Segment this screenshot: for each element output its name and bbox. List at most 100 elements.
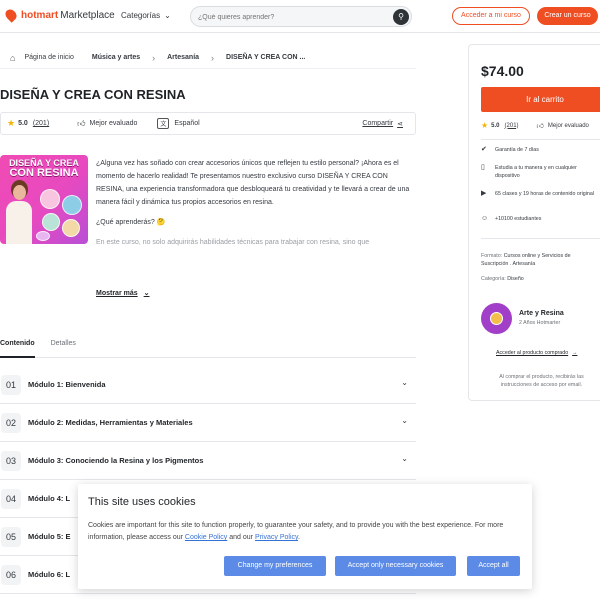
thumbnail-person bbox=[6, 185, 32, 244]
best-rated-badge: Mejor evaluado bbox=[547, 122, 589, 129]
rating-value: 5.0 bbox=[491, 122, 500, 129]
module-row[interactable]: 02 Módulo 2: Medidas, Herramientas y Mat… bbox=[0, 404, 416, 442]
divider bbox=[481, 139, 600, 140]
categories-dropdown[interactable]: Categorías ⌄ bbox=[121, 11, 171, 20]
create-course-button[interactable]: Crear un curso bbox=[537, 7, 598, 25]
thumbs-up-icon: 👍︎ bbox=[77, 118, 86, 128]
breadcrumb-item[interactable]: Música y artes bbox=[92, 54, 140, 61]
cookie-banner: This site uses cookies Cookies are impor… bbox=[78, 484, 532, 589]
description-paragraph-faded: En este curso, no solo adquirirás habili… bbox=[96, 239, 370, 246]
chevron-down-icon: ⌄ bbox=[401, 454, 408, 463]
module-number: 04 bbox=[1, 488, 21, 509]
price: $74.00 bbox=[481, 63, 524, 79]
feature-guarantee: ✔ Garantía de 7 días bbox=[481, 146, 600, 154]
resin-coaster bbox=[36, 231, 50, 241]
chevron-down-icon: ⌄ bbox=[401, 416, 408, 425]
module-number: 05 bbox=[1, 526, 21, 547]
category-info: Categoría: Diseño bbox=[481, 275, 593, 283]
show-more-button[interactable]: Mostrar más ⌄ bbox=[96, 289, 150, 298]
divider bbox=[481, 238, 600, 239]
access-my-course-button[interactable]: Acceder a mi curso bbox=[452, 7, 530, 25]
best-rated-badge: Mejor evaluado bbox=[89, 120, 138, 127]
language-label: Español bbox=[174, 120, 200, 127]
share-button[interactable]: Compartir ⋖ bbox=[362, 120, 403, 128]
chevron-down-icon: ⌄ bbox=[143, 290, 150, 297]
breadcrumb-item[interactable]: Artesanía bbox=[167, 54, 199, 61]
brand-name: hotmart bbox=[21, 9, 59, 21]
course-thumbnail: DISEÑA Y CREA CON RESINA bbox=[0, 155, 88, 244]
feature-content: ▶ 65 clases y 19 horas de contenido orig… bbox=[481, 190, 600, 198]
module-number: 03 bbox=[1, 450, 21, 471]
breadcrumb-current: DISEÑA Y CREA CON ... bbox=[226, 54, 306, 61]
resin-coaster bbox=[62, 195, 82, 215]
privacy-policy-link[interactable]: Privacy Policy bbox=[255, 534, 298, 541]
feature-text: Garantía de 7 días bbox=[495, 147, 539, 153]
chevron-right-icon: › bbox=[152, 52, 156, 63]
chevron-right-icon: › bbox=[211, 52, 215, 63]
feature-students: ☺ +10100 estudiantes bbox=[481, 215, 600, 223]
star-icon: ★ bbox=[481, 121, 489, 130]
purchase-sidebar: $74.00 Ir al carrito ★ 5.0 (201) 👍︎ Mejo… bbox=[468, 44, 600, 401]
format-label: Formato: bbox=[481, 253, 503, 259]
breadcrumb: ⌂ Página de inicio Música y artes › Arte… bbox=[0, 47, 416, 69]
user-icon: ☺ bbox=[481, 215, 489, 222]
purchase-note: Al comprar el producto, recibirás las in… bbox=[499, 374, 584, 388]
breadcrumb-home[interactable]: Página de inicio bbox=[24, 54, 73, 61]
author-card[interactable]: Arte y Resina 2 Años Hotmarter bbox=[481, 301, 600, 335]
search-input[interactable] bbox=[198, 10, 378, 24]
accept-necessary-button[interactable]: Accept only necessary cookies bbox=[335, 556, 456, 576]
format-info: Formato: Cursos online y Servicios de Su… bbox=[481, 252, 593, 268]
module-title: Módulo 2: Medidas, Herramientas y Materi… bbox=[28, 418, 193, 427]
arrow-right-icon: → bbox=[572, 350, 578, 356]
accept-all-button[interactable]: Accept all bbox=[467, 556, 520, 576]
cookie-body: Cookies are important for this site to f… bbox=[88, 520, 518, 544]
hotmart-logo[interactable]: hotmart Marketplace bbox=[3, 7, 115, 23]
share-label: Compartir bbox=[362, 120, 394, 127]
go-to-cart-button[interactable]: Ir al carrito bbox=[481, 87, 600, 112]
description-paragraph: ¿Alguna vez has soñado con crear accesor… bbox=[96, 160, 410, 206]
tab-details[interactable]: Detalles bbox=[51, 338, 76, 358]
author-name: Arte y Resina bbox=[519, 310, 564, 317]
access-link-label: Acceder al producto comprado bbox=[496, 350, 569, 356]
cookie-title: This site uses cookies bbox=[88, 496, 196, 508]
home-icon[interactable]: ⌂ bbox=[10, 53, 15, 63]
sidebar-rating: ★ 5.0 (201) 👍︎ Mejor evaluado bbox=[481, 121, 589, 130]
search-icon[interactable]: ⚲ bbox=[393, 9, 409, 25]
cookie-policy-link[interactable]: Cookie Policy bbox=[185, 534, 227, 541]
chevron-down-icon: ⌄ bbox=[164, 11, 171, 20]
top-navigation-bar: hotmart Marketplace Categorías ⌄ ⚲ Acced… bbox=[0, 0, 600, 33]
cookie-text: . bbox=[298, 534, 300, 541]
phone-icon: ▯ bbox=[481, 164, 485, 171]
thumbs-up-icon: 👍︎ bbox=[536, 123, 544, 130]
change-preferences-button[interactable]: Change my preferences bbox=[224, 556, 326, 576]
check-icon: ✔ bbox=[481, 146, 487, 153]
module-title: Módulo 3: Conociendo la Resina y los Pig… bbox=[28, 456, 204, 465]
course-meta-bar: ★ 5.0 (201) 👍︎ Mejor evaluado 文 Español … bbox=[0, 112, 416, 135]
module-number: 02 bbox=[1, 412, 21, 433]
cookie-text: and our bbox=[227, 534, 255, 541]
avatar bbox=[481, 302, 512, 334]
category-label: Categoría: bbox=[481, 276, 506, 282]
show-more-label: Mostrar más bbox=[96, 289, 138, 297]
tab-content[interactable]: Contenido bbox=[0, 338, 35, 358]
rating-count[interactable]: (201) bbox=[33, 120, 49, 127]
language-icon: 文 bbox=[157, 118, 170, 129]
resin-coaster bbox=[40, 189, 60, 209]
rating-value: 5.0 bbox=[18, 120, 28, 127]
flame-icon bbox=[3, 7, 19, 23]
module-row[interactable]: 01 Módulo 1: Bienvenida ⌄ bbox=[0, 366, 416, 404]
author-years: 2 Años Hotmarter bbox=[519, 320, 561, 326]
module-row[interactable]: 03 Módulo 3: Conociendo la Resina y los … bbox=[0, 442, 416, 480]
feature-text: 65 clases y 19 horas de contenido origin… bbox=[495, 191, 594, 197]
rating-count[interactable]: (201) bbox=[505, 123, 519, 129]
star-icon: ★ bbox=[7, 118, 16, 128]
brand-suffix: Marketplace bbox=[60, 9, 115, 21]
chevron-down-icon: ⌄ bbox=[401, 378, 408, 387]
access-purchased-product-link[interactable]: Acceder al producto comprado → bbox=[496, 350, 577, 356]
play-icon: ▶ bbox=[481, 190, 487, 197]
module-number: 01 bbox=[1, 374, 21, 395]
resin-coaster bbox=[62, 219, 80, 237]
thumbnail-title-line2: CON RESINA bbox=[9, 167, 79, 179]
module-title: Módulo 5: E bbox=[28, 532, 71, 541]
feature-text: +10100 estudiantes bbox=[495, 216, 542, 222]
